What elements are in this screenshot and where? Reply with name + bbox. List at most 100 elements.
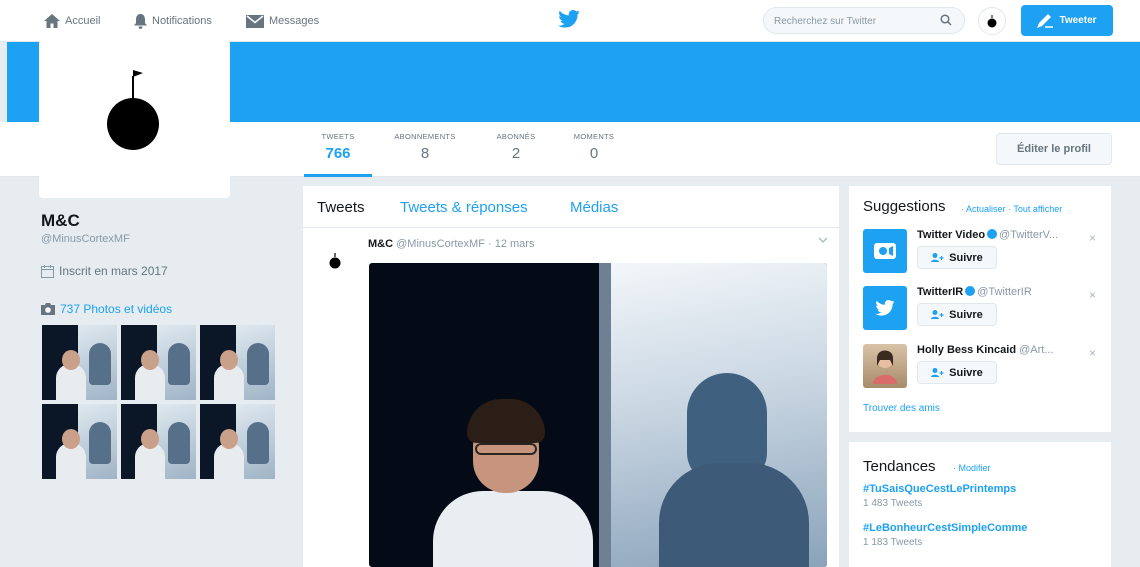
follow-button-label: Suivre (949, 366, 983, 379)
photos-videos-label: 737 Photos et vidéos (60, 302, 173, 316)
trend-count: 1 183 Tweets (863, 537, 923, 548)
timeline: Tweets Tweets & réponses Médias M&C @Min… (303, 186, 839, 567)
trend-hashtag[interactable]: #LeBonheurCestSimpleComme (863, 522, 1027, 534)
follow-person-icon (931, 253, 944, 262)
suggestion-item: Twitter Video @TwitterV... Suivre × (863, 229, 1103, 277)
photo-person-body (433, 491, 593, 567)
suggestion-name[interactable]: Twitter Video @TwitterV... (917, 229, 1058, 241)
stat-followers-label: ABONNÉS (496, 132, 536, 141)
photo-person-glasses (475, 443, 537, 455)
nav-notifications[interactable]: Notifications (134, 12, 212, 30)
home-icon (44, 14, 60, 28)
profile-name[interactable]: M&C (41, 211, 80, 231)
follow-button[interactable]: Suivre (917, 361, 997, 384)
follow-button[interactable]: Suivre (917, 246, 997, 269)
stat-tweets-label: TWEETS (321, 132, 355, 141)
find-friends-link[interactable]: Trouver des amis (863, 403, 940, 414)
dismiss-suggestion-button[interactable]: × (1089, 288, 1096, 302)
stat-followers-value: 2 (511, 145, 521, 162)
suggestion-avatar[interactable] (863, 229, 907, 273)
account-avatar[interactable] (978, 7, 1006, 35)
tweet-author-handle[interactable]: @MinusCortexMF (396, 238, 485, 250)
twitter-bird-icon[interactable] (558, 10, 580, 28)
dismiss-suggestion-button[interactable]: × (1089, 231, 1096, 245)
photo-thumbnail[interactable] (121, 325, 196, 400)
photo-shadow-body (659, 463, 809, 567)
photo-thumbnail[interactable] (42, 325, 117, 400)
trends-edit-link[interactable]: · Modifier (953, 463, 991, 473)
refresh-link[interactable]: Actualiser (966, 204, 1006, 214)
bell-icon (134, 13, 147, 29)
nav-notifications-label: Notifications (152, 15, 212, 27)
suggestion-item: Holly Bess Kincaid @Art... Suivre × (863, 344, 1103, 392)
video-camera-icon (874, 243, 896, 259)
trend-item[interactable]: #TuSaisQueCestLePrintemps 1 483 Tweets (863, 483, 1016, 509)
follow-person-icon (931, 368, 944, 377)
bomb-avatar-icon (987, 15, 997, 28)
person-photo-icon (873, 350, 897, 384)
suggestion-handle: @Art... (1019, 344, 1054, 356)
suggestions-links: · Actualiser · Tout afficher (961, 204, 1062, 214)
suggestion-item: TwitterIR @TwitterIR Suivre × (863, 286, 1103, 334)
suggestion-name[interactable]: TwitterIR @TwitterIR (917, 286, 1032, 298)
suggestion-handle: @TwitterV... (999, 229, 1059, 241)
compose-icon (1037, 13, 1054, 28)
tweet-author-name[interactable]: M&C (368, 238, 393, 250)
joined-date: Inscrit en mars 2017 (41, 264, 168, 278)
profile-avatar[interactable] (39, 40, 230, 198)
stat-following-label: ABONNEMENTS (394, 132, 456, 141)
photo-thumbnail[interactable] (200, 325, 275, 400)
suggestion-handle: @TwitterIR (977, 286, 1032, 298)
separator-dot: · (961, 204, 964, 214)
calendar-icon (41, 264, 54, 278)
envelope-icon (246, 14, 264, 28)
stat-moments[interactable]: MOMENTS 0 (562, 132, 626, 162)
tweet-header: M&C @MinusCortexMF · 12 mars (368, 238, 534, 250)
tweet-author-avatar[interactable] (329, 252, 341, 269)
top-navigation-bar: Accueil Notifications Messages Tweeter (0, 0, 1140, 42)
tweet-photo[interactable] (369, 263, 827, 567)
search-box (763, 7, 965, 34)
tab-tweets[interactable]: Tweets (317, 199, 365, 216)
stat-tweets[interactable]: TWEETS 766 (304, 132, 372, 177)
stat-following[interactable]: ABONNEMENTS 8 (380, 132, 470, 162)
bomb-avatar-icon (107, 70, 159, 150)
twitter-bird-icon (875, 300, 895, 316)
photo-thumbnail[interactable] (200, 404, 275, 479)
photo-grid (42, 325, 280, 479)
photo-wall-edge (599, 263, 611, 567)
tweet-item[interactable]: M&C @MinusCortexMF · 12 mars (303, 229, 839, 567)
nav-messages-label: Messages (269, 15, 320, 27)
tweet-button[interactable]: Tweeter (1021, 5, 1113, 36)
tab-media[interactable]: Médias (570, 199, 618, 216)
chevron-down-icon[interactable] (818, 237, 828, 244)
search-icon[interactable] (940, 14, 952, 26)
tweet-date[interactable]: · 12 mars (488, 238, 534, 250)
trend-item[interactable]: #LeBonheurCestSimpleComme 1 183 Tweets (863, 522, 1027, 548)
timeline-tabs: Tweets Tweets & réponses Médias (303, 186, 839, 228)
suggestion-name[interactable]: Holly Bess Kincaid @Art... (917, 344, 1054, 356)
tweet-button-label: Tweeter (1059, 15, 1097, 26)
who-to-follow-panel: Suggestions · Actualiser · Tout afficher… (849, 186, 1111, 432)
nav-messages[interactable]: Messages (246, 12, 319, 30)
photo-thumbnail[interactable] (42, 404, 117, 479)
camera-icon (41, 303, 55, 315)
suggestion-avatar[interactable] (863, 286, 907, 330)
trend-hashtag[interactable]: #TuSaisQueCestLePrintemps (863, 483, 1016, 495)
show-all-link[interactable]: Tout afficher (1013, 204, 1062, 214)
photos-videos-link[interactable]: 737 Photos et vidéos (41, 302, 172, 316)
stat-following-value: 8 (420, 145, 430, 162)
nav-home[interactable]: Accueil (44, 12, 100, 30)
joined-date-text: Inscrit en mars 2017 (59, 264, 168, 278)
dismiss-suggestion-button[interactable]: × (1089, 346, 1096, 360)
suggestion-avatar[interactable] (863, 344, 907, 388)
photo-thumbnail[interactable] (121, 404, 196, 479)
suggestions-title: Suggestions (863, 198, 946, 215)
trends-title: Tendances (863, 458, 936, 475)
follow-button[interactable]: Suivre (917, 303, 997, 326)
tab-tweets-replies[interactable]: Tweets & réponses (400, 199, 528, 216)
edit-profile-button[interactable]: Éditer le profil (996, 133, 1112, 165)
verified-badge-icon (965, 286, 976, 296)
search-input[interactable] (774, 13, 934, 29)
stat-followers[interactable]: ABONNÉS 2 (486, 132, 546, 162)
